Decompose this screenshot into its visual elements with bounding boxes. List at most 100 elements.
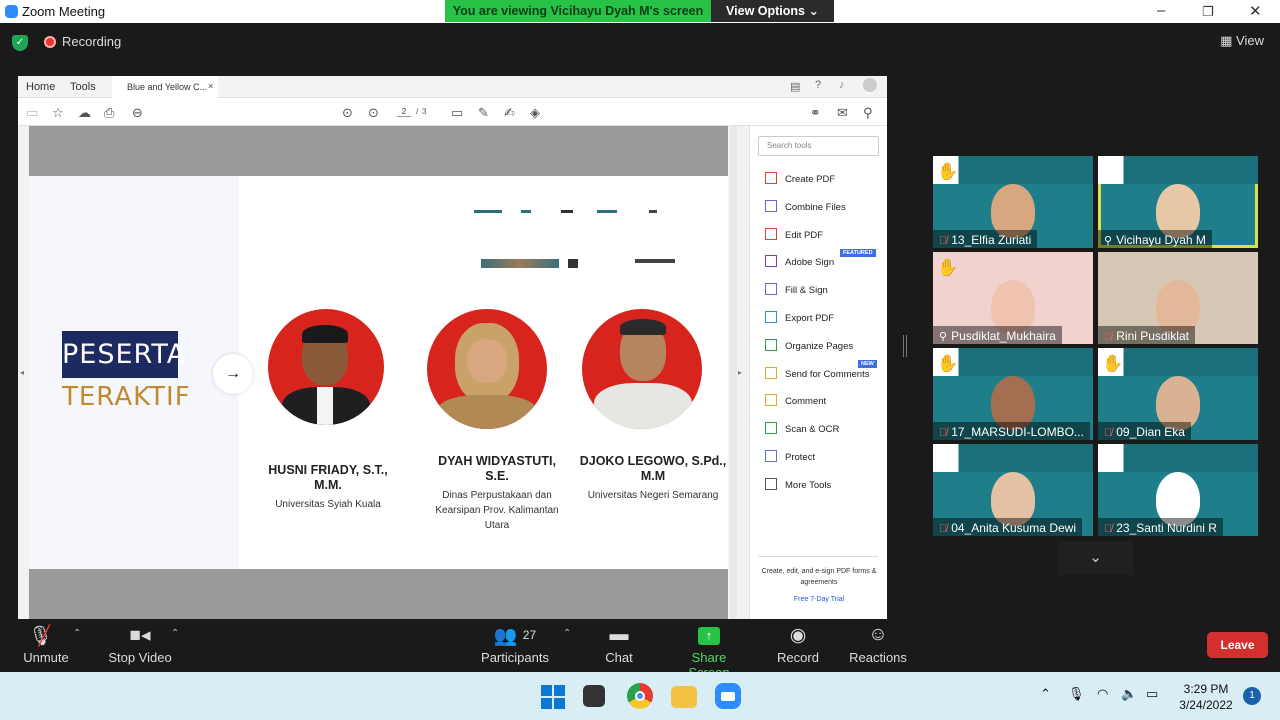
microphone-icon[interactable]: 🎙 (1068, 686, 1085, 702)
tab-home[interactable]: Home (26, 81, 55, 93)
view-options-button[interactable]: View Options ⌄ (711, 0, 834, 22)
tool-item[interactable]: Adobe Sign (765, 255, 834, 269)
participant-tile[interactable]: ✋ 🎙̸ 09_Dian Eka (1098, 348, 1258, 440)
participants-button[interactable]: 👥 27 Participants (479, 624, 551, 665)
zoom-out-icon[interactable]: ⊖ (132, 105, 143, 121)
collapse-left-icon[interactable]: ◂ (20, 368, 24, 377)
upload-icon[interactable]: ☁ (78, 105, 91, 121)
save-icon[interactable]: ▭ (26, 105, 38, 121)
participant-name: Rini Pusdiklat (1116, 329, 1189, 343)
help-icon[interactable]: ? (815, 79, 821, 91)
tool-item[interactable]: Create PDF (765, 172, 835, 186)
page-up-icon[interactable]: ⊙ (342, 105, 353, 121)
minimize-button[interactable]: – (1157, 2, 1165, 19)
windows-taskbar: ⌃ 🎙 ◠ 🔈 ▭ 3:29 PM 3/24/2022 1 (0, 672, 1280, 720)
close-tab-icon[interactable]: × (208, 81, 213, 91)
participant-tile[interactable]: ✋ ⚲ Pusdiklat_Mukhaira (933, 252, 1093, 344)
person-card-2: DYAH WIDYASTUTI, S.E. Dinas Perpustakaan… (427, 454, 567, 533)
tool-label: Organize Pages (785, 340, 854, 352)
participant-tile[interactable]: 🎙̸ 23_Santi Nurdini R (1098, 444, 1258, 536)
tool-item[interactable]: Organize Pages (765, 338, 854, 353)
page-separator: / (416, 107, 419, 116)
tool-item[interactable]: More Tools (765, 477, 832, 492)
tool-item[interactable]: Comment (765, 394, 826, 408)
chat-bubble-icon[interactable]: ▤ (790, 80, 800, 93)
page-number-field[interactable]: 2 (397, 107, 411, 117)
pdf-viewport[interactable]: PESERTA TERAKTIF → HUSNI FRIADY, S.T., M… (18, 126, 749, 619)
wifi-icon[interactable]: ◠ (1097, 686, 1108, 702)
pen-icon[interactable]: ✎ (478, 105, 489, 121)
windows-start-icon[interactable] (539, 683, 565, 709)
audio-options-caret[interactable]: ⌃ (73, 628, 81, 639)
participant-tile[interactable]: 🎙̸ 04_Anita Kusuma Dewi (933, 444, 1093, 536)
participant-name-tag: 🎙̸ 23_Santi Nurdini R (1098, 518, 1223, 536)
battery-icon[interactable]: ▭ (1146, 686, 1158, 702)
tool-item[interactable]: Protect (765, 450, 815, 464)
unmute-button[interactable]: 🎙╱ Unmute (20, 624, 72, 665)
acrobat-tab-bar: Home Tools Blue and Yellow C... × ▤ ? ♪ (18, 76, 887, 98)
tag-icon[interactable]: ◈ (530, 105, 540, 121)
page-down-icon[interactable]: ⊙ (368, 105, 379, 121)
file-explorer-icon[interactable] (671, 686, 697, 708)
chat-button[interactable]: ▬ Chat (599, 624, 639, 665)
bell-icon[interactable]: ♪ (839, 79, 845, 91)
vertical-scrollbar[interactable] (730, 126, 737, 619)
tool-label: More Tools (785, 479, 832, 491)
close-button[interactable]: ✕ (1249, 2, 1262, 20)
tool-item[interactable]: Scan & OCR (765, 422, 839, 436)
participants-options-caret[interactable]: ⌃ (563, 628, 571, 639)
comment-icon[interactable]: ▭ (451, 105, 463, 121)
sign-icon[interactable]: ✍ (504, 105, 515, 121)
zoom-app-icon (5, 5, 18, 18)
video-camera-icon: ■◂ (129, 625, 151, 646)
mail-icon[interactable]: ✉ (837, 105, 848, 121)
recording-indicator[interactable]: Recording (44, 34, 121, 51)
reactions-button[interactable]: ☺ Reactions (848, 624, 908, 665)
clock-date: 3/24/2022 (1179, 698, 1233, 712)
tool-item[interactable]: Export PDF (765, 311, 834, 325)
pdf-page: PESERTA TERAKTIF → HUSNI FRIADY, S.T., M… (29, 126, 728, 619)
system-clock[interactable]: 3:29 PM 3/24/2022 (1177, 681, 1235, 713)
profile-avatar[interactable] (863, 78, 877, 92)
tool-item[interactable]: Fill & Sign (765, 283, 828, 297)
speaker-icon[interactable]: 🔈 (1121, 686, 1137, 702)
stop-video-button[interactable]: ■◂ Stop Video (104, 624, 176, 665)
star-icon[interactable]: ☆ (52, 105, 64, 121)
zoom-taskbar-icon[interactable] (715, 683, 741, 709)
terminal-app-icon[interactable] (583, 685, 605, 707)
chrome-icon[interactable] (627, 683, 653, 709)
tab-document[interactable]: Blue and Yellow C... × (112, 76, 218, 98)
notification-badge[interactable]: 1 (1243, 687, 1261, 705)
tab-tools[interactable]: Tools (70, 81, 96, 93)
record-label: Record (777, 650, 819, 665)
add-user-icon[interactable]: ⚲ (863, 105, 873, 121)
video-options-caret[interactable]: ⌃ (171, 628, 179, 639)
panel-splitter-handle[interactable] (903, 335, 907, 357)
render-artifact (561, 210, 573, 213)
smiley-plus-icon: ☺ (868, 624, 888, 645)
security-shield-icon[interactable]: ✓ (12, 35, 28, 51)
search-tools-input[interactable]: Search tools (758, 136, 879, 156)
free-trial-link[interactable]: Free 7-Day Trial (755, 594, 883, 605)
participant-tile[interactable]: ✋ 🎙̸ 13_Elfia Zuriati (933, 156, 1093, 248)
tool-item[interactable]: Combine Files (765, 199, 846, 214)
next-page-chevron-down-icon[interactable]: ⌄ (1058, 541, 1133, 575)
participant-name: 23_Santi Nurdini R (1116, 521, 1217, 535)
tool-item[interactable]: Edit PDF (765, 227, 823, 242)
maximize-button[interactable]: ❐ (1202, 4, 1214, 20)
leave-button[interactable]: Leave (1207, 632, 1268, 658)
participant-tile[interactable]: 🎙̸ Rini Pusdiklat (1098, 252, 1258, 344)
print-icon[interactable]: ⎙ (104, 105, 114, 121)
chevron-up-icon[interactable]: ⌃ (1040, 686, 1051, 702)
participant-tile[interactable]: ⚲ Vicihayu Dyah M (1098, 156, 1258, 248)
tool-item[interactable]: Send for Comments (765, 366, 869, 381)
record-button[interactable]: ◉ Record (775, 624, 821, 665)
arrow-right-icon: → (213, 354, 253, 394)
view-button[interactable]: ▦ View (1220, 33, 1264, 49)
expand-right-icon[interactable]: ▸ (738, 368, 742, 377)
participant-tile[interactable]: ✋ 🎙̸ 17_MARSUDI-LOMBO... (933, 348, 1093, 440)
chat-bubble-icon: ▬ (609, 624, 629, 645)
muted-mic-icon: 🎙̸ (939, 523, 948, 535)
render-artifact (474, 210, 502, 213)
link-icon[interactable]: ⚭ (810, 105, 821, 121)
